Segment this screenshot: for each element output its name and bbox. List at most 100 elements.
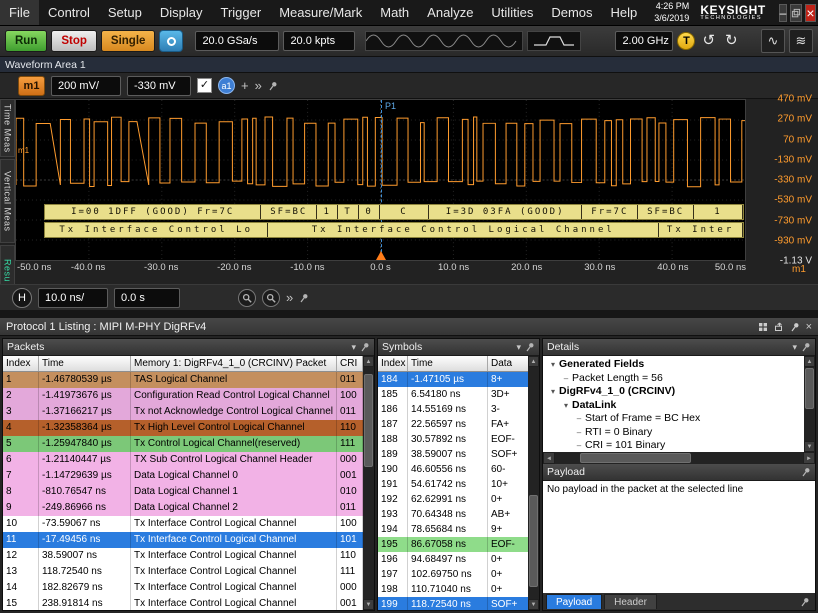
scroll-left-icon[interactable]: ◄: [543, 452, 555, 464]
waveform-tool-icon[interactable]: ∿: [761, 29, 785, 53]
details-panel-header[interactable]: Details ▾: [543, 339, 815, 356]
detail-node[interactable]: ▾Generated Fields: [543, 358, 804, 372]
menu-item-math[interactable]: Math: [371, 0, 418, 25]
stop-button[interactable]: Stop: [51, 30, 97, 52]
menu-item-setup[interactable]: Setup: [99, 0, 151, 25]
run-button[interactable]: Run: [5, 30, 47, 52]
table-row[interactable]: 9-249.86966 nsData Logical Channel 2011: [3, 500, 363, 516]
h-position-field[interactable]: 0.0 s: [114, 288, 180, 308]
channel-m1-button[interactable]: m1: [18, 76, 45, 96]
bandwidth-field[interactable]: 2.00 GHz: [615, 31, 673, 51]
column-header-time[interactable]: Time: [39, 356, 131, 371]
scroll-up-icon[interactable]: ▲: [528, 356, 539, 367]
table-row[interactable]: 198110.71040 ns0+: [378, 582, 528, 597]
table-row[interactable]: 11-17.49456 nsTx Interface Control Logic…: [3, 532, 363, 548]
table-row[interactable]: 15238.91814 nsTx Interface Control Logic…: [3, 596, 363, 610]
table-row[interactable]: 2-1.41973676 µsConfiguration Read Contro…: [3, 388, 363, 404]
table-row[interactable]: 13118.72540 nsTx Interface Control Logic…: [3, 564, 363, 580]
table-row[interactable]: 19694.68497 ns0+: [378, 552, 528, 567]
table-row[interactable]: 6-1.21140447 µsTX Sub Control Logical Ch…: [3, 452, 363, 468]
left-tab-resu[interactable]: Resu: [0, 245, 15, 287]
table-row[interactable]: 5-1.25947840 µsTx Control Logical Channe…: [3, 436, 363, 452]
left-tab-vertical-meas[interactable]: Vertical Meas: [0, 159, 15, 243]
table-row[interactable]: 19478.65684 ns9+: [378, 522, 528, 537]
redo-button[interactable]: ↻: [722, 31, 741, 51]
h-button[interactable]: H: [12, 288, 32, 308]
scroll-up-icon[interactable]: ▲: [804, 356, 815, 367]
menu-item-trigger[interactable]: Trigger: [211, 0, 270, 25]
detail-node[interactable]: –CRI = 101 Binary: [543, 439, 804, 452]
visibility-checkbox[interactable]: ✓: [197, 78, 212, 93]
collapse-icon[interactable]: ▾: [547, 385, 559, 399]
touch-icon[interactable]: [159, 30, 183, 52]
y-axis-channel-label[interactable]: m1: [792, 264, 806, 275]
table-row[interactable]: 14182.82679 nsTx Interface Control Logic…: [3, 580, 363, 596]
scroll-thumb[interactable]: [580, 453, 692, 463]
scroll-thumb[interactable]: [364, 374, 373, 467]
column-header-index[interactable]: Index: [378, 356, 408, 371]
close-icon[interactable]: ×: [806, 321, 812, 333]
restore-button[interactable]: [790, 4, 802, 22]
table-row[interactable]: 1238.59007 nsTx Interface Control Logica…: [3, 548, 363, 564]
pin-icon[interactable]: [801, 467, 811, 477]
pin-icon[interactable]: [790, 322, 800, 332]
table-row[interactable]: 18830.57892 nsEOF-: [378, 432, 528, 447]
collapse-icon[interactable]: ▾: [547, 358, 559, 372]
table-row[interactable]: 18614.55169 ns3-: [378, 402, 528, 417]
h-scrollbar[interactable]: ◄ ►: [543, 452, 815, 464]
left-tab-time-meas[interactable]: Time Meas: [0, 99, 15, 157]
menu-item-control[interactable]: Control: [39, 0, 99, 25]
scroll-down-icon[interactable]: ▼: [528, 599, 539, 610]
scrollbar[interactable]: ▲ ▼: [804, 356, 815, 452]
expand-arrows-icon[interactable]: »: [286, 288, 293, 308]
tab-header[interactable]: Header: [604, 594, 657, 609]
h-scale-field[interactable]: 10.0 ns/: [38, 288, 108, 308]
table-row[interactable]: 18938.59007 nsSOF+: [378, 447, 528, 462]
pin-icon[interactable]: [268, 81, 278, 91]
a1-badge[interactable]: a1: [218, 77, 235, 94]
single-button[interactable]: Single: [101, 30, 156, 52]
detail-node[interactable]: –RTI = 0 Binary: [543, 426, 804, 440]
menu-item-display[interactable]: Display: [151, 0, 212, 25]
table-row[interactable]: 1856.54180 ns3D+: [378, 387, 528, 402]
search-icon[interactable]: [262, 289, 280, 307]
table-row[interactable]: 3-1.37166217 µsTx not Acknowledge Contro…: [3, 404, 363, 420]
minimize-button[interactable]: –: [779, 4, 788, 22]
packets-panel-header[interactable]: Packets ▾: [3, 339, 374, 356]
table-row[interactable]: 18722.56597 nsFA+: [378, 417, 528, 432]
column-header-index[interactable]: Index: [3, 356, 39, 371]
table-row[interactable]: 184-1.47105 µs8+: [378, 372, 528, 387]
scroll-down-icon[interactable]: ▼: [363, 599, 374, 610]
trigger-badge[interactable]: T: [677, 32, 695, 50]
column-header-cri[interactable]: CRI: [337, 356, 363, 371]
scroll-down-icon[interactable]: ▼: [804, 441, 815, 452]
undock-icon[interactable]: [774, 322, 784, 332]
vertical-scale-field[interactable]: 200 mV/: [51, 76, 121, 96]
pin-icon[interactable]: [525, 342, 535, 352]
collapse-icon[interactable]: ▾: [560, 399, 572, 413]
symbols-panel-header[interactable]: Symbols ▾: [378, 339, 539, 356]
table-row[interactable]: 199118.72540 nsSOF+: [378, 597, 528, 610]
pin-icon[interactable]: [299, 293, 309, 303]
table-row[interactable]: 197102.69750 ns0+: [378, 567, 528, 582]
collapse-arrow-icon[interactable]: ▾: [351, 342, 356, 353]
table-row[interactable]: 19154.61742 ns10+: [378, 477, 528, 492]
scroll-up-icon[interactable]: ▲: [363, 356, 374, 367]
sample-rate-field[interactable]: 20.0 GSa/s: [195, 31, 279, 51]
table-row[interactable]: 19046.60556 ns60-: [378, 462, 528, 477]
scroll-thumb[interactable]: [805, 368, 814, 409]
detail-node[interactable]: ▾DataLink: [543, 399, 804, 413]
pin-icon[interactable]: [801, 342, 811, 352]
table-row[interactable]: 1-1.46780539 µsTAS Logical Channel011: [3, 372, 363, 388]
menu-item-demos[interactable]: Demos: [542, 0, 601, 25]
add-icon[interactable]: +: [241, 76, 249, 96]
zoom-icon[interactable]: [238, 289, 256, 307]
waveform-plot[interactable]: m1 P1 I=00 1DFF (GOOD) Fr=7CSF=BC1T0CI=3…: [15, 99, 746, 261]
scrollbar[interactable]: ▲ ▼: [528, 356, 539, 610]
menu-item-measure-mark[interactable]: Measure/Mark: [270, 0, 371, 25]
trigger-position-widget[interactable]: [527, 31, 581, 51]
scrollbar[interactable]: ▲ ▼: [363, 356, 374, 610]
detail-node[interactable]: –Start of Frame = BC Hex: [543, 412, 804, 426]
signal-settings-icon[interactable]: ≋: [789, 29, 813, 53]
menu-item-analyze[interactable]: Analyze: [418, 0, 482, 25]
